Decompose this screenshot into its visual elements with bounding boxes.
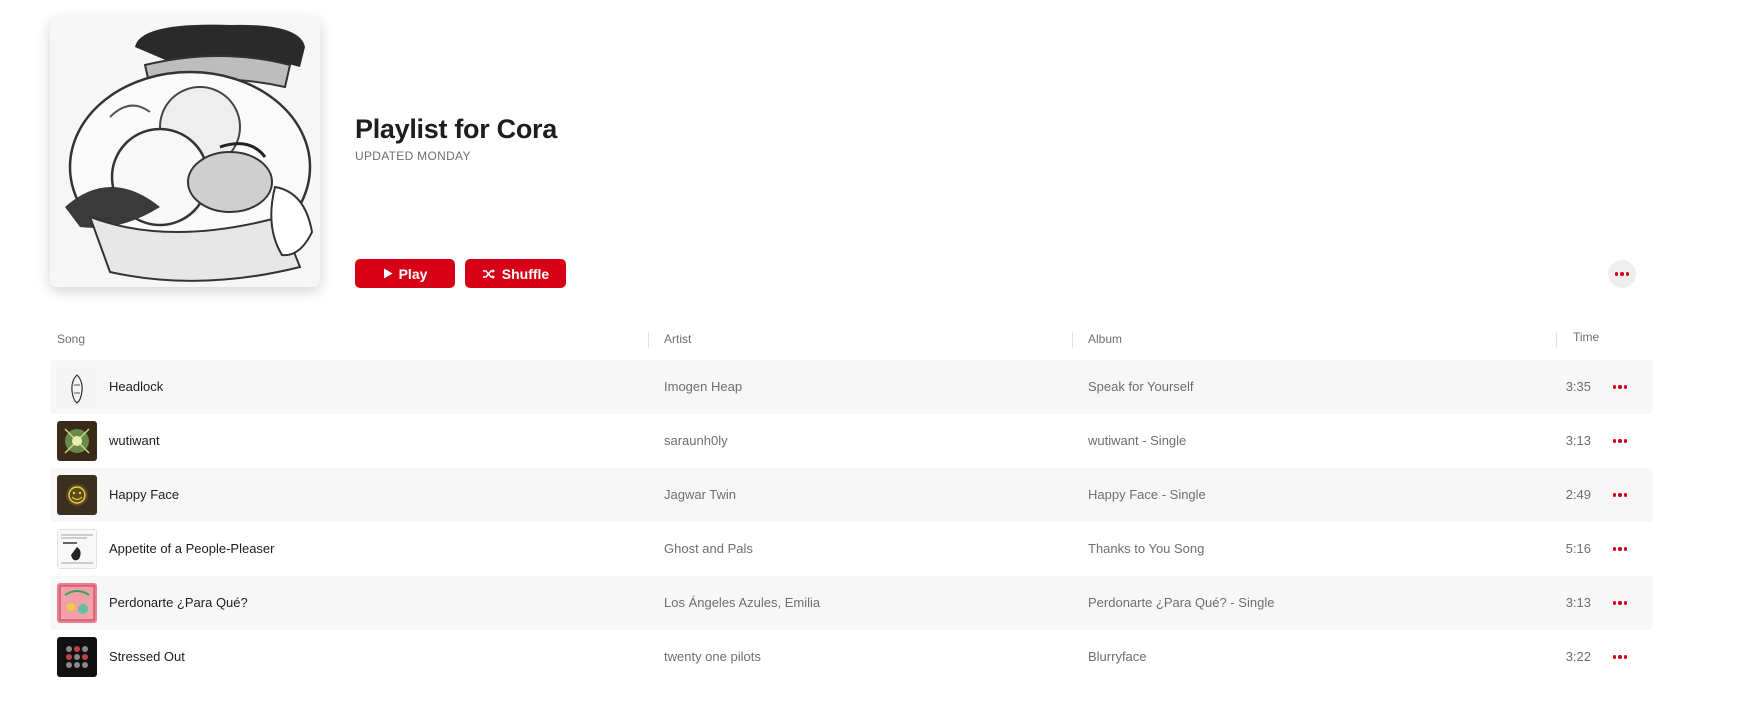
track-more-button[interactable]: [1611, 380, 1629, 394]
playlist-updated-label: UPDATED MONDAY: [355, 149, 471, 163]
track-duration: 3:22: [1565, 649, 1591, 664]
track-artwork: [57, 583, 97, 623]
track-row[interactable]: Perdonarte ¿Para Qué? Los Ángeles Azules…: [50, 576, 1653, 630]
track-duration: 3:13: [1565, 433, 1591, 448]
play-button-label: Play: [398, 265, 428, 282]
more-icon: [1612, 655, 1628, 659]
track-song-title: Stressed Out: [109, 649, 185, 664]
shuffle-button[interactable]: Shuffle: [465, 259, 566, 288]
track-duration: 5:16: [1565, 541, 1591, 556]
track-more-button[interactable]: [1611, 596, 1629, 610]
play-icon: [383, 268, 393, 279]
column-divider[interactable]: [1556, 332, 1557, 348]
track-artwork: [57, 637, 97, 677]
play-button[interactable]: Play: [355, 259, 455, 288]
track-list: Headlock Imogen Heap Speak for Yourself …: [50, 360, 1653, 684]
column-divider[interactable]: [648, 332, 649, 348]
track-song-title: Headlock: [109, 379, 164, 394]
track-song-title: Perdonarte ¿Para Qué?: [109, 595, 248, 610]
playlist-title: Playlist for Cora: [355, 114, 557, 144]
more-icon: [1612, 439, 1628, 443]
track-song-title: Appetite of a People-Pleaser: [109, 541, 275, 556]
shuffle-icon: [482, 268, 495, 279]
track-artist[interactable]: Jagwar Twin: [664, 487, 736, 502]
artwork-sketch-image: [50, 17, 320, 287]
track-artist[interactable]: Ghost and Pals: [664, 541, 753, 556]
track-duration: 3:35: [1565, 379, 1591, 394]
track-more-button[interactable]: [1611, 488, 1629, 502]
track-album[interactable]: Speak for Yourself: [1088, 379, 1194, 394]
track-album[interactable]: Happy Face - Single: [1088, 487, 1206, 502]
track-album[interactable]: wutiwant - Single: [1088, 433, 1186, 448]
more-icon: [1612, 493, 1628, 497]
shuffle-button-label: Shuffle: [501, 265, 550, 282]
track-artist[interactable]: Imogen Heap: [664, 379, 742, 394]
playlist-more-button[interactable]: [1608, 260, 1636, 288]
more-icon: [1612, 547, 1628, 551]
track-row[interactable]: Stressed Out twenty one pilots Blurryfac…: [50, 630, 1653, 684]
track-more-button[interactable]: [1611, 434, 1629, 448]
column-header-time[interactable]: Time: [1573, 330, 1599, 344]
track-artist[interactable]: saraunh0ly: [664, 433, 728, 448]
track-artwork: [57, 475, 97, 515]
more-icon: [1612, 385, 1628, 389]
track-artwork: [57, 421, 97, 461]
track-row[interactable]: Headlock Imogen Heap Speak for Yourself …: [50, 360, 1653, 414]
track-album[interactable]: Perdonarte ¿Para Qué? - Single: [1088, 595, 1274, 610]
track-album[interactable]: Thanks to You Song: [1088, 541, 1204, 556]
more-icon: [1614, 272, 1630, 276]
track-artwork: [57, 529, 97, 569]
track-artwork: [57, 367, 97, 407]
track-song-title: Happy Face: [109, 487, 180, 502]
track-album[interactable]: Blurryface: [1088, 649, 1147, 664]
track-row[interactable]: Happy Face Jagwar Twin Happy Face - Sing…: [50, 468, 1653, 522]
track-song-title: wutiwant: [109, 433, 160, 448]
track-more-button[interactable]: [1611, 542, 1629, 556]
track-row[interactable]: Appetite of a People-Pleaser Ghost and P…: [50, 522, 1653, 576]
column-header-album[interactable]: Album: [1088, 332, 1122, 346]
track-artist[interactable]: Los Ángeles Azules, Emilia: [664, 595, 820, 610]
playlist-artwork[interactable]: [50, 17, 320, 287]
track-more-button[interactable]: [1611, 650, 1629, 664]
track-duration: 3:13: [1565, 595, 1591, 610]
track-list-header: Song Artist Album Time: [57, 328, 1653, 352]
column-header-song[interactable]: Song: [57, 332, 85, 346]
column-header-artist[interactable]: Artist: [664, 332, 691, 346]
track-row[interactable]: wutiwant saraunh0ly wutiwant - Single 3:…: [50, 414, 1653, 468]
column-divider[interactable]: [1072, 332, 1073, 348]
more-icon: [1612, 601, 1628, 605]
track-duration: 2:49: [1565, 487, 1591, 502]
track-artist[interactable]: twenty one pilots: [664, 649, 761, 664]
